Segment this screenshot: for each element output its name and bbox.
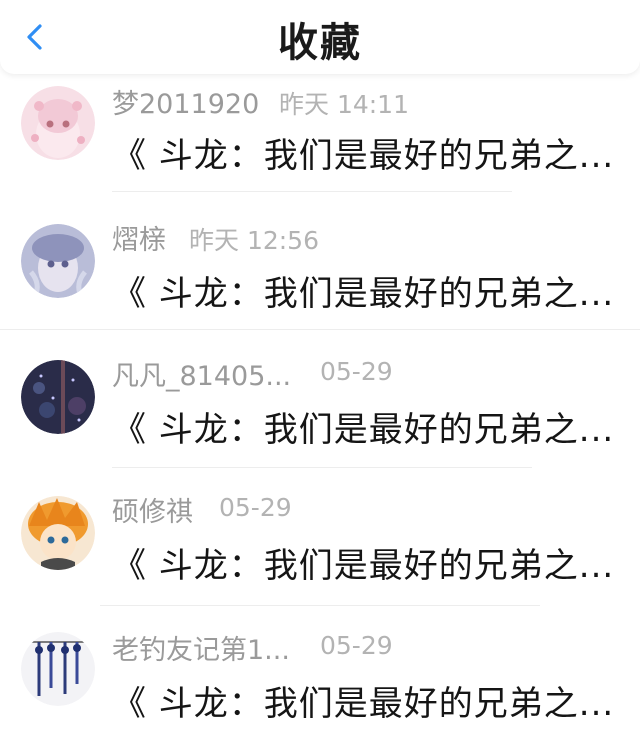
username[interactable]: 梦2011920 [112,82,259,121]
page-title: 收藏 [278,20,362,66]
item-meta: 梦2011920 昨天 14:11 [112,82,409,121]
timestamp: 05-29 [320,631,393,660]
list-item[interactable]: 熠榇 昨天 12:56 《 斗龙：我们是最好的兄弟之... [0,192,640,330]
list-item[interactable]: 梦2011920 昨天 14:11 《 斗龙：我们是最好的兄弟之... [0,74,640,192]
list-item[interactable]: 老钓友记第1... 05-29 《 斗龙：我们是最好的兄弟之... [0,606,640,735]
favorites-list: 梦2011920 昨天 14:11 《 斗龙：我们是最好的兄弟之... 熠榇 昨… [0,74,640,735]
avatar[interactable] [21,632,95,706]
post-title[interactable]: 《 斗龙：我们是最好的兄弟之... [112,402,614,451]
post-title[interactable]: 《 斗龙：我们是最好的兄弟之... [112,266,614,315]
item-meta: 凡凡_81405... 05-29 [112,354,393,393]
top-bar: 收藏 [0,0,640,74]
avatar[interactable] [21,86,95,160]
timestamp: 05-29 [320,357,393,386]
item-meta: 熠榇 昨天 12:56 [112,218,319,257]
avatar[interactable] [21,496,95,570]
avatar[interactable] [21,360,95,434]
username[interactable]: 凡凡_81405... [112,354,291,393]
timestamp: 05-29 [219,493,292,522]
post-title[interactable]: 《 斗龙：我们是最好的兄弟之... [112,538,614,587]
username[interactable]: 老钓友记第1... [112,628,290,667]
list-item[interactable]: 凡凡_81405... 05-29 《 斗龙：我们是最好的兄弟之... [0,330,640,468]
item-meta: 硕修祺 05-29 [112,490,292,529]
item-meta: 老钓友记第1... 05-29 [112,628,393,667]
post-title[interactable]: 《 斗龙：我们是最好的兄弟之... [112,676,614,725]
username[interactable]: 硕修祺 [112,490,193,529]
timestamp: 昨天 12:56 [189,226,319,255]
list-item[interactable]: 硕修祺 05-29 《 斗龙：我们是最好的兄弟之... [0,468,640,606]
timestamp: 昨天 14:11 [279,90,409,119]
avatar[interactable] [21,224,95,298]
favorites-screen: 收藏 梦2011920 昨天 14:11 《 斗龙：我们是最好的兄弟之... 熠… [0,0,640,735]
username[interactable]: 熠榇 [112,218,166,257]
post-title[interactable]: 《 斗龙：我们是最好的兄弟之... [112,128,614,177]
